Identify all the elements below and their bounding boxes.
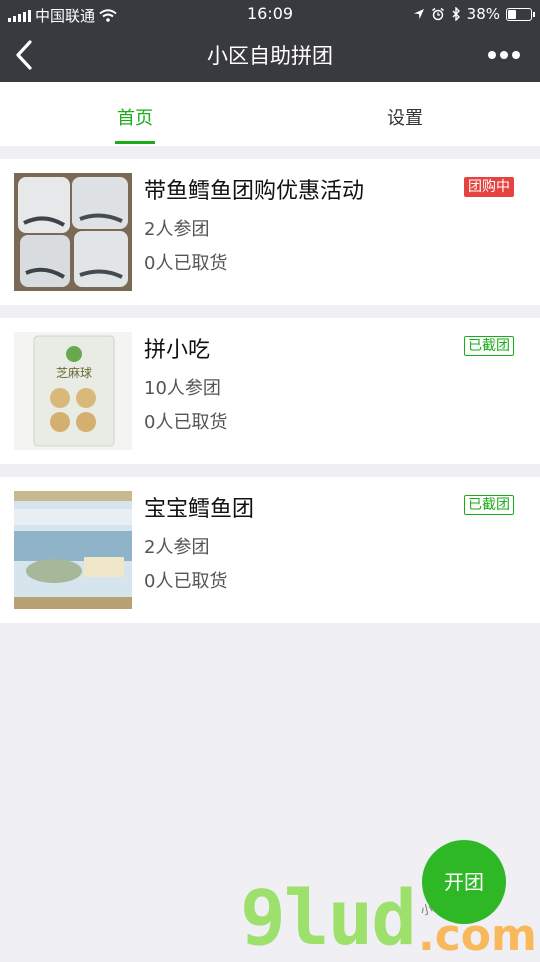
group-title: 带鱼鳕鱼团购优惠活动 [144, 179, 365, 204]
watermark-logo: 9lud [240, 873, 417, 962]
group-joined-count: 2人参团 [144, 219, 210, 240]
group-picked-count: 0人已取货 [144, 253, 228, 274]
tab-active-underline [115, 141, 155, 144]
product-image-fish [14, 173, 132, 291]
page-title: 小区自助拼团 [207, 44, 333, 68]
battery-level [508, 9, 516, 19]
nav-bar: 小区自助拼团 [0, 28, 540, 82]
tab-home[interactable]: 首页 [0, 82, 270, 146]
group-title: 拼小吃 [144, 338, 211, 363]
tab-settings-label: 设置 [387, 108, 423, 129]
more-button[interactable] [488, 44, 524, 66]
status-badge: 已截团 [464, 336, 514, 356]
status-badge: 团购中 [464, 177, 514, 197]
group-joined-count: 10人参团 [144, 378, 221, 399]
status-badge: 已截团 [464, 495, 514, 515]
battery-percent: 38% [466, 5, 500, 23]
svg-text:芝麻球: 芝麻球 [56, 365, 92, 380]
product-image-sesame-balls: 芝麻球 [14, 332, 132, 450]
status-right: 38% [413, 5, 535, 23]
tab-bar: 首页 设置 [0, 82, 540, 146]
battery-icon [506, 7, 535, 21]
product-image-cod-box [14, 491, 132, 609]
group-card[interactable]: 宝宝鳕鱼团 2人参团 0人已取货 已截团 [0, 477, 540, 623]
group-card[interactable]: 带鱼鳕鱼团购优惠活动 2人参团 0人已取货 团购中 [0, 159, 540, 305]
more-dots-icon [512, 51, 520, 59]
group-title: 宝宝鳕鱼团 [144, 497, 255, 522]
status-bar: 中国联通 16:09 38% [0, 0, 540, 28]
tab-settings[interactable]: 设置 [270, 82, 540, 146]
more-dots-icon [500, 51, 508, 59]
top-bar: 中国联通 16:09 38% 小区自助拼团 [0, 0, 540, 82]
start-group-button[interactable]: 开团 [422, 840, 506, 924]
bluetooth-icon [452, 7, 460, 21]
group-joined-count: 2人参团 [144, 537, 210, 558]
tab-home-label: 首页 [117, 108, 153, 129]
location-arrow-icon [413, 9, 424, 19]
group-picked-count: 0人已取货 [144, 571, 228, 592]
group-card[interactable]: 芝麻球 拼小吃 10人参团 0人已取货 已截团 [0, 318, 540, 464]
more-dots-icon [488, 51, 496, 59]
group-picked-count: 0人已取货 [144, 412, 228, 433]
alarm-icon [431, 7, 444, 21]
